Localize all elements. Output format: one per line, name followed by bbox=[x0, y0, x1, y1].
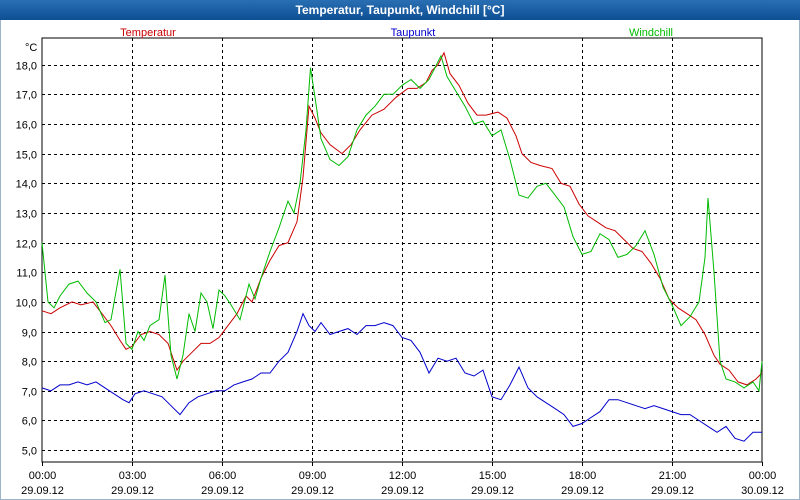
x-tick-time: 06:00 bbox=[209, 470, 237, 482]
y-tick-label: 16,0 bbox=[16, 120, 37, 132]
y-tick-label: 12,0 bbox=[16, 239, 37, 251]
grid-layer bbox=[41, 37, 763, 466]
y-tick-label: 8,0 bbox=[22, 357, 37, 369]
x-tick-time: 18:00 bbox=[569, 470, 597, 482]
y-tick-label: 17,0 bbox=[16, 90, 37, 102]
x-tick-date: 29.09.12 bbox=[561, 485, 604, 497]
x-tick-time: 03:00 bbox=[119, 470, 147, 482]
x-tick-date: 29.09.12 bbox=[651, 485, 694, 497]
x-tick-date: 29.09.12 bbox=[21, 485, 64, 497]
chart-svg: 5,0 6,0 7,0 8,0 9,0 10,0 11,0 12,0 13,0 14,0 15,0 1… bbox=[16, 27, 784, 497]
x-tick-date: 29.09.12 bbox=[201, 485, 244, 497]
legend-entry-temperatur: Temperatur bbox=[120, 27, 176, 39]
legend: Temperatur Taupunkt Windchill bbox=[120, 27, 673, 39]
x-tick-time: 00:00 bbox=[749, 470, 777, 482]
x-tick-time: 00:00 bbox=[29, 470, 57, 482]
x-tick-time: 21:00 bbox=[659, 470, 687, 482]
y-tick-label: 7,0 bbox=[22, 387, 37, 399]
y-tick-label: 9,0 bbox=[22, 328, 37, 340]
y-tick-label: 14,0 bbox=[16, 179, 37, 191]
y-tick-label: 11,0 bbox=[16, 268, 37, 280]
y-tick-label: 6,0 bbox=[22, 416, 37, 428]
y-axis-ticks: 5,0 6,0 7,0 8,0 9,0 10,0 11,0 12,0 13,0 14,0 15,0 1… bbox=[16, 61, 37, 458]
y-tick-label: 5,0 bbox=[22, 446, 37, 458]
x-tick-date: 29.09.12 bbox=[381, 485, 424, 497]
x-tick-time: 09:00 bbox=[299, 470, 327, 482]
legend-entry-taupunkt: Taupunkt bbox=[391, 27, 436, 39]
x-tick-date: 29.09.12 bbox=[291, 485, 334, 497]
x-tick-time: 15:00 bbox=[479, 470, 507, 482]
x-tick-date: 29.09.12 bbox=[471, 485, 514, 497]
y-tick-label: 13,0 bbox=[16, 209, 37, 221]
x-tick-date: 29.09.12 bbox=[111, 485, 154, 497]
x-axis-ticks: 00:00 29.09.12 03:00 29.09.12 06:00 29.09.12 0… bbox=[21, 470, 784, 497]
y-axis-label: °C bbox=[25, 42, 37, 54]
y-tick-label: 18,0 bbox=[16, 61, 37, 73]
y-tick-label: 10,0 bbox=[16, 298, 37, 310]
x-tick-time: 12:00 bbox=[389, 470, 417, 482]
legend-entry-windchill: Windchill bbox=[629, 27, 673, 39]
x-tick-date: 30.09.12 bbox=[741, 485, 784, 497]
y-tick-label: 15,0 bbox=[16, 150, 37, 162]
